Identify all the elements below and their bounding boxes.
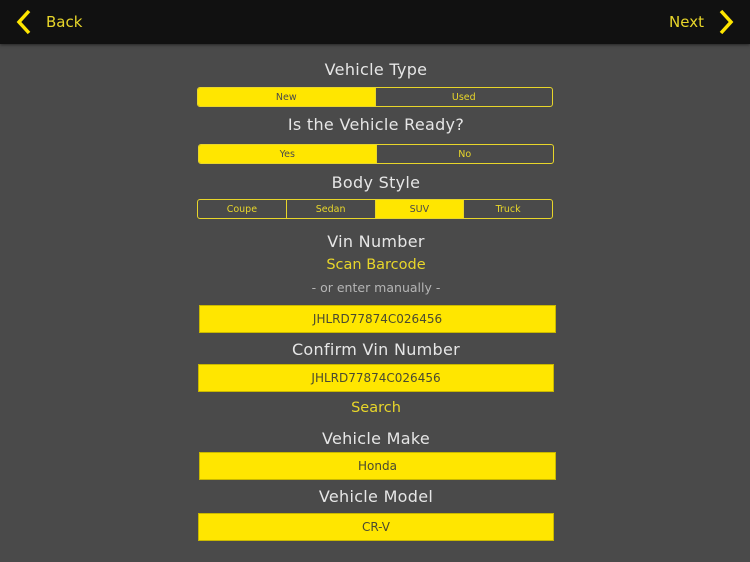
vehicle-ready-segmented-control: Yes No [198, 144, 554, 164]
vehicle-make-input[interactable]: Honda [199, 452, 556, 480]
vehicle-ready-option-no[interactable]: No [375, 145, 554, 163]
vehicle-type-option-new[interactable]: New [198, 88, 375, 106]
body-style-label: Body Style [331, 173, 421, 192]
vin-number-label: Vin Number [327, 232, 425, 251]
scan-barcode-button[interactable]: Scan Barcode [197, 257, 555, 273]
vehicle-model-input[interactable]: CR-V [198, 513, 554, 541]
vehicle-make-label: Vehicle Make [321, 429, 431, 448]
next-button[interactable]: Next [669, 0, 734, 44]
vin-number-input[interactable]: JHLRD77874C026456 [199, 305, 556, 333]
search-button[interactable]: Search [197, 400, 555, 416]
confirm-vin-label: Confirm Vin Number [291, 340, 461, 359]
vehicle-type-label: Vehicle Type [324, 60, 428, 79]
vehicle-type-option-used[interactable]: Used [374, 88, 553, 106]
confirm-vin-input[interactable]: JHLRD77874C026456 [198, 364, 554, 392]
next-label: Next [669, 13, 704, 31]
back-label: Back [46, 13, 83, 31]
back-button[interactable]: Back [16, 0, 82, 44]
chevron-right-icon [719, 9, 734, 35]
body-style-segmented-control: Coupe Sedan SUV Truck [197, 199, 553, 219]
vehicle-ready-option-yes[interactable]: Yes [199, 145, 376, 163]
vehicle-ready-label: Is the Vehicle Ready? [287, 115, 465, 134]
body-style-option-coupe[interactable]: Coupe [198, 200, 286, 218]
vehicle-type-segmented-control: New Used [197, 87, 553, 107]
body-style-option-sedan[interactable]: Sedan [285, 200, 375, 218]
body-style-option-truck[interactable]: Truck [463, 200, 552, 218]
chevron-left-icon [16, 9, 31, 35]
body-style-option-suv[interactable]: SUV [374, 200, 464, 218]
navigation-bar: Back Next [0, 0, 750, 44]
manual-entry-hint: - or enter manually - [311, 280, 441, 295]
vehicle-model-label: Vehicle Model [318, 487, 434, 506]
